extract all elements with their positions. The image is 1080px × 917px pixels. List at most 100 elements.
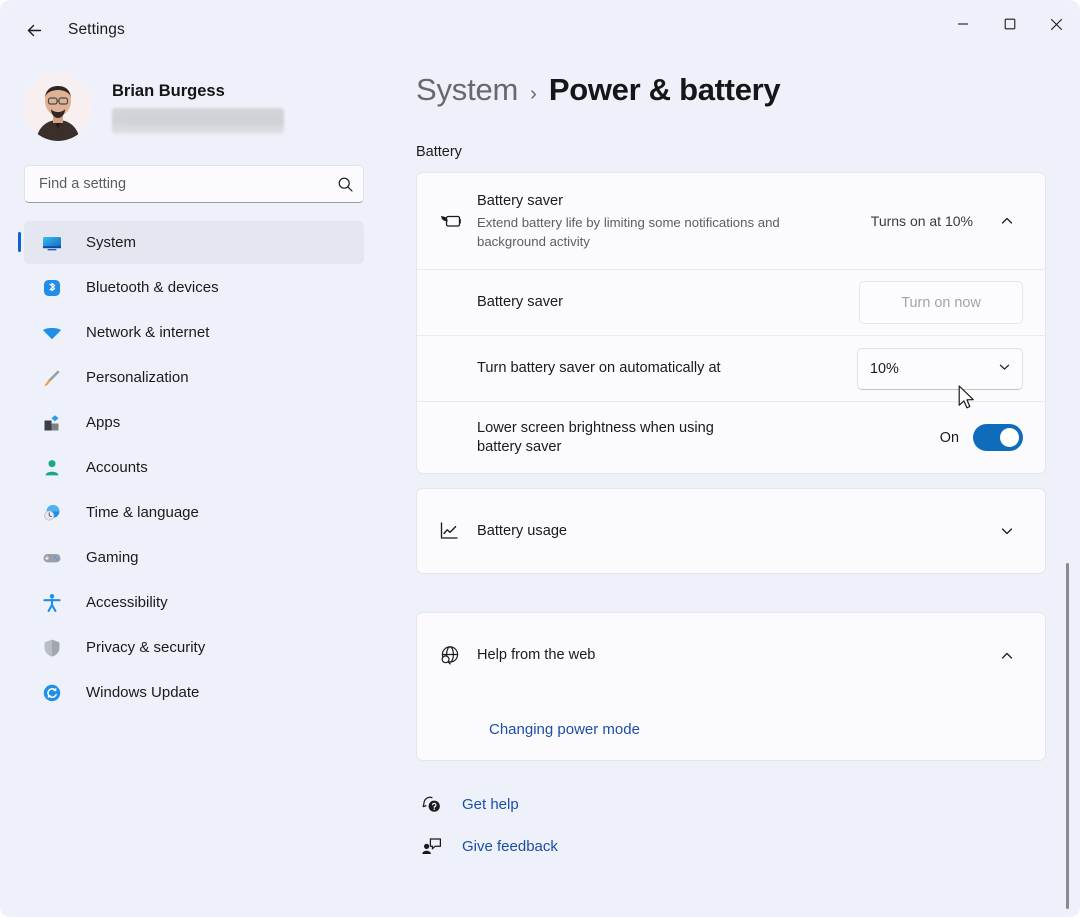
- search-icon[interactable]: [327, 176, 363, 193]
- wifi-icon: [38, 321, 66, 345]
- section-heading-battery: Battery: [416, 144, 1080, 160]
- give-feedback-link[interactable]: Give feedback: [462, 838, 558, 855]
- battery-usage-card[interactable]: Battery usage: [416, 488, 1046, 574]
- gamepad-icon: [38, 546, 66, 570]
- line-chart-icon: [437, 519, 477, 543]
- search-input[interactable]: [25, 176, 327, 192]
- title-bar: Settings: [0, 0, 1080, 60]
- battery-usage-row[interactable]: Battery usage: [417, 489, 1045, 573]
- sidebar-item-label: Apps: [86, 414, 120, 431]
- auto-threshold-right: 10%: [857, 348, 1023, 390]
- lower-brightness-state-label: On: [940, 430, 959, 446]
- sidebar-item-apps[interactable]: Apps: [24, 401, 364, 444]
- sidebar: Brian Burgess: [0, 60, 400, 917]
- apps-icon: [38, 411, 66, 435]
- lower-brightness-label: Lower screen brightness when using batte…: [477, 419, 727, 457]
- battery-saver-status: Turns on at 10%: [871, 213, 973, 229]
- account-name: Brian Burgess: [112, 81, 284, 101]
- chevron-down-icon[interactable]: [991, 515, 1023, 547]
- battery-saver-now-right: Turn on now: [859, 281, 1023, 324]
- feedback-icon: [420, 835, 460, 858]
- question-bubble-icon: [420, 793, 460, 816]
- clock-globe-icon: [38, 501, 66, 525]
- sidebar-item-label: Accessibility: [86, 594, 168, 611]
- search-box[interactable]: [24, 165, 364, 203]
- sidebar-item-privacy-security[interactable]: Privacy & security: [24, 626, 364, 669]
- sidebar-item-accounts[interactable]: Accounts: [24, 446, 364, 489]
- battery-saver-icon: [437, 208, 477, 234]
- account-block[interactable]: Brian Burgess: [24, 73, 400, 141]
- sidebar-item-gaming[interactable]: Gaming: [24, 536, 364, 579]
- content-scrollbar[interactable]: [1062, 505, 1074, 917]
- lower-brightness-right: On: [940, 424, 1023, 451]
- sidebar-item-label: Windows Update: [86, 684, 199, 701]
- breadcrumb-parent[interactable]: System: [416, 72, 518, 108]
- arrow-left-icon: [25, 21, 44, 40]
- battery-saver-right: Turns on at 10%: [871, 205, 1023, 237]
- sidebar-item-time-language[interactable]: Time & language: [24, 491, 364, 534]
- help-from-web-right: [991, 640, 1023, 672]
- maximize-button[interactable]: [986, 0, 1033, 48]
- app-title: Settings: [68, 21, 125, 39]
- chevron-up-icon[interactable]: [991, 640, 1023, 672]
- auto-threshold-row: Turn battery saver on automatically at 1…: [417, 335, 1045, 401]
- battery-saver-title: Battery saver: [477, 192, 871, 211]
- sidebar-item-label: Time & language: [86, 504, 199, 521]
- battery-saver-header-row[interactable]: Battery saver Extend battery life by lim…: [417, 173, 1045, 269]
- sidebar-item-accessibility[interactable]: Accessibility: [24, 581, 364, 624]
- bluetooth-icon: [38, 276, 66, 300]
- lower-brightness-toggle[interactable]: [973, 424, 1023, 451]
- help-link-changing-power-mode[interactable]: Changing power mode: [489, 721, 640, 738]
- sidebar-item-label: Bluetooth & devices: [86, 279, 219, 296]
- turn-on-now-button[interactable]: Turn on now: [859, 281, 1023, 324]
- get-help-link-row[interactable]: Get help: [420, 783, 1080, 825]
- back-button[interactable]: [16, 12, 52, 48]
- toggle-knob: [1000, 428, 1019, 447]
- help-from-web-card: Help from the web Changing power mode: [416, 612, 1046, 761]
- sidebar-item-network-internet[interactable]: Network & internet: [24, 311, 364, 354]
- minimize-button[interactable]: [939, 0, 986, 48]
- sidebar-item-bluetooth-devices[interactable]: Bluetooth & devices: [24, 266, 364, 309]
- monitor-icon: [38, 231, 66, 255]
- give-feedback-link-row[interactable]: Give feedback: [420, 825, 1080, 867]
- sidebar-item-label: Privacy & security: [86, 639, 205, 656]
- page-title: Power & battery: [549, 72, 781, 108]
- breadcrumb-separator: ›: [530, 83, 537, 106]
- auto-threshold-text: Turn battery saver on automatically at: [477, 359, 857, 378]
- sidebar-item-label: Gaming: [86, 549, 139, 566]
- paintbrush-icon: [38, 366, 66, 390]
- nav-list: System Bluetooth & devices Network: [0, 221, 400, 714]
- auto-threshold-dropdown[interactable]: 10%: [857, 348, 1023, 390]
- auto-threshold-value: 10%: [870, 361, 899, 377]
- sidebar-item-label: Accounts: [86, 459, 148, 476]
- help-from-web-row[interactable]: Help from the web: [417, 613, 1045, 698]
- help-link-row: Changing power mode: [417, 698, 1045, 760]
- battery-saver-card: Battery saver Extend battery life by lim…: [416, 172, 1046, 474]
- account-text: Brian Burgess: [112, 81, 284, 134]
- content-pane: System › Power & battery Battery Battery…: [400, 60, 1080, 917]
- sidebar-item-windows-update[interactable]: Windows Update: [24, 671, 364, 714]
- chevron-up-icon[interactable]: [991, 205, 1023, 237]
- chevron-down-icon: [998, 360, 1011, 377]
- battery-saver-now-row: Battery saver Turn on now: [417, 269, 1045, 335]
- battery-saver-now-label: Battery saver: [477, 293, 859, 312]
- sidebar-item-label: Personalization: [86, 369, 189, 386]
- accessibility-icon: [38, 591, 66, 615]
- battery-usage-title: Battery usage: [477, 522, 991, 541]
- help-from-web-title: Help from the web: [477, 646, 991, 665]
- sidebar-item-label: Network & internet: [86, 324, 209, 341]
- close-button[interactable]: [1033, 0, 1080, 48]
- sidebar-item-label: System: [86, 234, 136, 251]
- lower-brightness-text: Lower screen brightness when using batte…: [477, 419, 940, 457]
- get-help-link[interactable]: Get help: [462, 796, 519, 813]
- sidebar-item-personalization[interactable]: Personalization: [24, 356, 364, 399]
- battery-saver-now-text: Battery saver: [477, 293, 859, 312]
- settings-window: Settings: [0, 0, 1080, 917]
- battery-usage-text: Battery usage: [477, 522, 991, 541]
- shield-icon: [38, 636, 66, 660]
- globe-search-icon: [437, 643, 477, 668]
- sidebar-item-system[interactable]: System: [24, 221, 364, 264]
- scrollbar-thumb[interactable]: [1066, 563, 1069, 909]
- update-icon: [38, 681, 66, 705]
- breadcrumb: System › Power & battery: [416, 72, 1080, 108]
